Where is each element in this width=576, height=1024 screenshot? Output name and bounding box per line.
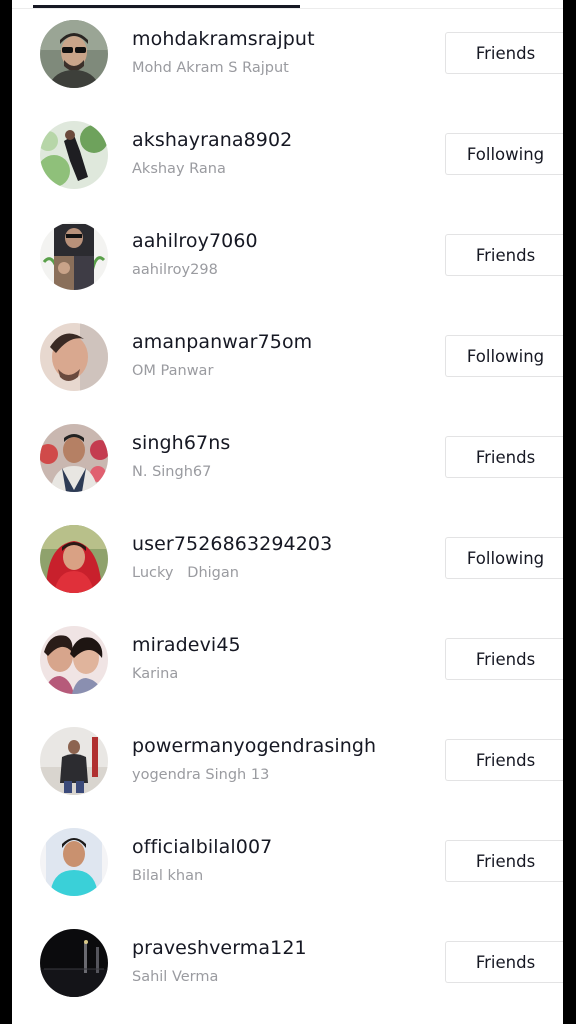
list-item[interactable]: praveshverma121 Sahil Verma Friends (12, 909, 563, 1010)
list-item[interactable]: powermanyogendrasingh yogendra Singh 13 … (12, 707, 563, 808)
username[interactable]: powermanyogendrasingh (132, 735, 376, 757)
button-label: Friends (475, 245, 536, 265)
button-label: Friends (475, 43, 536, 63)
avatar[interactable] (40, 929, 108, 997)
friends-button[interactable]: Friends (445, 32, 563, 74)
avatar[interactable] (40, 626, 108, 694)
avatar[interactable] (40, 525, 108, 593)
friends-button[interactable]: Friends (445, 234, 563, 276)
following-button[interactable]: Following (445, 335, 563, 377)
button-label: Following (466, 346, 545, 366)
list-item[interactable]: aahilroy7060 aahilroy298 Friends (12, 202, 563, 303)
avatar[interactable] (40, 323, 108, 391)
list-item[interactable]: amanpanwar75om OM Panwar Following (12, 303, 563, 404)
friends-button[interactable]: Friends (445, 739, 563, 781)
username[interactable]: officialbilal007 (132, 836, 272, 858)
list-item[interactable]: miradevi45 Karina Friends (12, 606, 563, 707)
button-label: Friends (475, 952, 536, 972)
username[interactable]: akshayrana8902 (132, 129, 292, 151)
username[interactable]: user7526863294203 (132, 533, 332, 555)
nickname: Mohd Akram S Rajput (132, 60, 289, 76)
nickname: N. Singh67 (132, 464, 212, 480)
button-label: Friends (475, 750, 536, 770)
nickname: Akshay Rana (132, 161, 226, 177)
button-label: Friends (475, 851, 536, 871)
nickname: Sahil Verma (132, 969, 219, 985)
username[interactable]: amanpanwar75om (132, 331, 312, 353)
avatar[interactable] (40, 20, 108, 88)
button-label: Friends (475, 447, 536, 467)
list-item[interactable]: officialbilal007 Bilal khan Friends (12, 808, 563, 909)
list-item[interactable]: singh67ns N. Singh67 Friends (12, 404, 563, 505)
friends-button[interactable]: Friends (445, 436, 563, 478)
button-label: Friends (475, 649, 536, 669)
nickname: aahilroy298 (132, 262, 218, 278)
avatar[interactable] (40, 121, 108, 189)
nickname: Karina (132, 666, 179, 682)
friends-button[interactable]: Friends (445, 941, 563, 983)
button-label: Following (466, 548, 545, 568)
nickname: Bilal khan (132, 868, 204, 884)
friends-button[interactable]: Friends (445, 638, 563, 680)
following-button[interactable]: Following (445, 537, 563, 579)
avatar[interactable] (40, 222, 108, 290)
list-item[interactable]: user7526863294203 Lucky Dhigan Following (12, 505, 563, 606)
following-button[interactable]: Following (445, 133, 563, 175)
avatar[interactable] (40, 828, 108, 896)
list-item[interactable]: mohdakramsrajput Mohd Akram S Rajput Fri… (12, 0, 563, 101)
friends-list-screen: mohdakramsrajput Mohd Akram S Rajput Fri… (12, 0, 563, 1024)
username[interactable]: singh67ns (132, 432, 230, 454)
avatar[interactable] (40, 424, 108, 492)
button-label: Following (466, 144, 545, 164)
username[interactable]: aahilroy7060 (132, 230, 258, 252)
username[interactable]: praveshverma121 (132, 937, 307, 959)
list-item[interactable]: akshayrana8902 Akshay Rana Following (12, 101, 563, 202)
username[interactable]: mohdakramsrajput (132, 28, 315, 50)
friends-button[interactable]: Friends (445, 840, 563, 882)
username[interactable]: miradevi45 (132, 634, 241, 656)
nickname: OM Panwar (132, 363, 214, 379)
nickname: yogendra Singh 13 (132, 767, 270, 783)
avatar[interactable] (40, 727, 108, 795)
nickname: Lucky Dhigan (132, 565, 239, 581)
